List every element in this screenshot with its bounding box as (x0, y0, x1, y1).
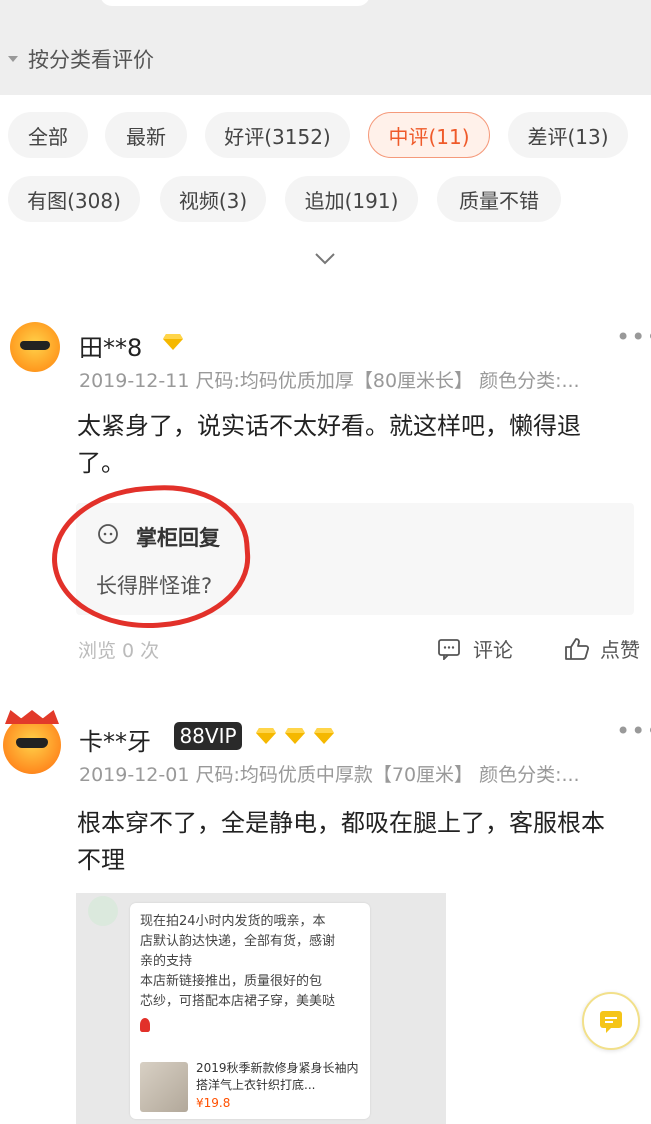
crown-icon (5, 710, 59, 724)
comment-label: 评论 (473, 638, 513, 662)
more-options-icon[interactable]: ••• (616, 323, 651, 351)
chat-text-line: 芯纱，可搭配本店裙子穿，美美哒 (140, 994, 336, 1009)
chevron-down-icon[interactable] (313, 248, 337, 268)
vip-badge: 88VIP (174, 722, 242, 750)
tag-with-images[interactable]: 有图(308) (8, 176, 140, 222)
chat-text-line: 现在拍24小时内发货的哦亲，本 (140, 914, 326, 929)
sort-by-category-header[interactable]: 按分类看评价 (8, 44, 154, 74)
chat-text-line: 亲的支持 (140, 954, 193, 969)
chat-avatar (88, 896, 118, 926)
like-label: 点赞 (600, 638, 640, 662)
tag-all[interactable]: 全部 (8, 112, 88, 158)
tag-bad[interactable]: 差评(13) (508, 112, 628, 158)
review-content-line-1: 太紧身了，说实话不太好看。就这样吧，懒得退 (77, 412, 581, 440)
product-price: ¥19.8 (196, 1096, 231, 1110)
caret-down-icon (8, 56, 18, 62)
product-title: 2019秋季新款修身紧身长袖内搭洋气上衣针织打底... (196, 1061, 359, 1092)
avatar[interactable] (3, 710, 61, 774)
review-meta: 2019-12-11 尺码:均码优质加厚【80厘米长】 颜色分类:... (79, 370, 580, 392)
tag-video[interactable]: 视频(3) (160, 176, 266, 222)
sort-label: 按分类看评价 (28, 48, 154, 72)
search-bar-fragment[interactable] (100, 0, 370, 6)
rose-icon (140, 1018, 150, 1032)
chat-text-line: 本店新链接推出，质量很好的包 (140, 974, 323, 989)
sunglasses-icon (20, 341, 50, 350)
review-content-line-1: 根本穿不了，全是静电，都吸在腿上了，客服根本 (77, 809, 605, 837)
review-content-line-2: 不理 (77, 846, 125, 874)
tag-medium[interactable]: 中评(11) (368, 112, 490, 158)
chat-text-line: 店默认韵达快递，全部有货，感谢 (140, 934, 336, 949)
comment-icon (438, 638, 460, 660)
floating-action-button[interactable] (582, 992, 640, 1050)
tag-good-quality[interactable]: 质量不错 (437, 176, 561, 222)
like-button[interactable]: 点赞 (564, 634, 640, 663)
diamond-icon (163, 334, 183, 350)
review-content-line-2: 了。 (77, 449, 125, 477)
diamond-icon (285, 728, 305, 744)
message-icon (600, 1011, 622, 1033)
product-thumbnail (140, 1062, 188, 1112)
reviewer-name: 卡**牙 (79, 728, 151, 756)
more-options-icon[interactable]: ••• (616, 717, 651, 745)
diamond-icon (256, 728, 276, 744)
view-count: 浏览 0 次 (78, 640, 160, 662)
comment-button[interactable]: 评论 (437, 634, 513, 663)
diamond-icon (314, 728, 334, 744)
sunglasses-icon (16, 738, 48, 748)
tag-good[interactable]: 好评(3152) (205, 112, 350, 158)
avatar[interactable] (10, 322, 60, 372)
tag-newest[interactable]: 最新 (105, 112, 187, 158)
thumbs-up-icon (565, 637, 590, 660)
tag-appended[interactable]: 追加(191) (285, 176, 418, 222)
review-meta: 2019-12-01 尺码:均码优质中厚款【70厘米】 颜色分类:... (79, 764, 580, 786)
reviewer-name: 田**8 (79, 334, 143, 362)
